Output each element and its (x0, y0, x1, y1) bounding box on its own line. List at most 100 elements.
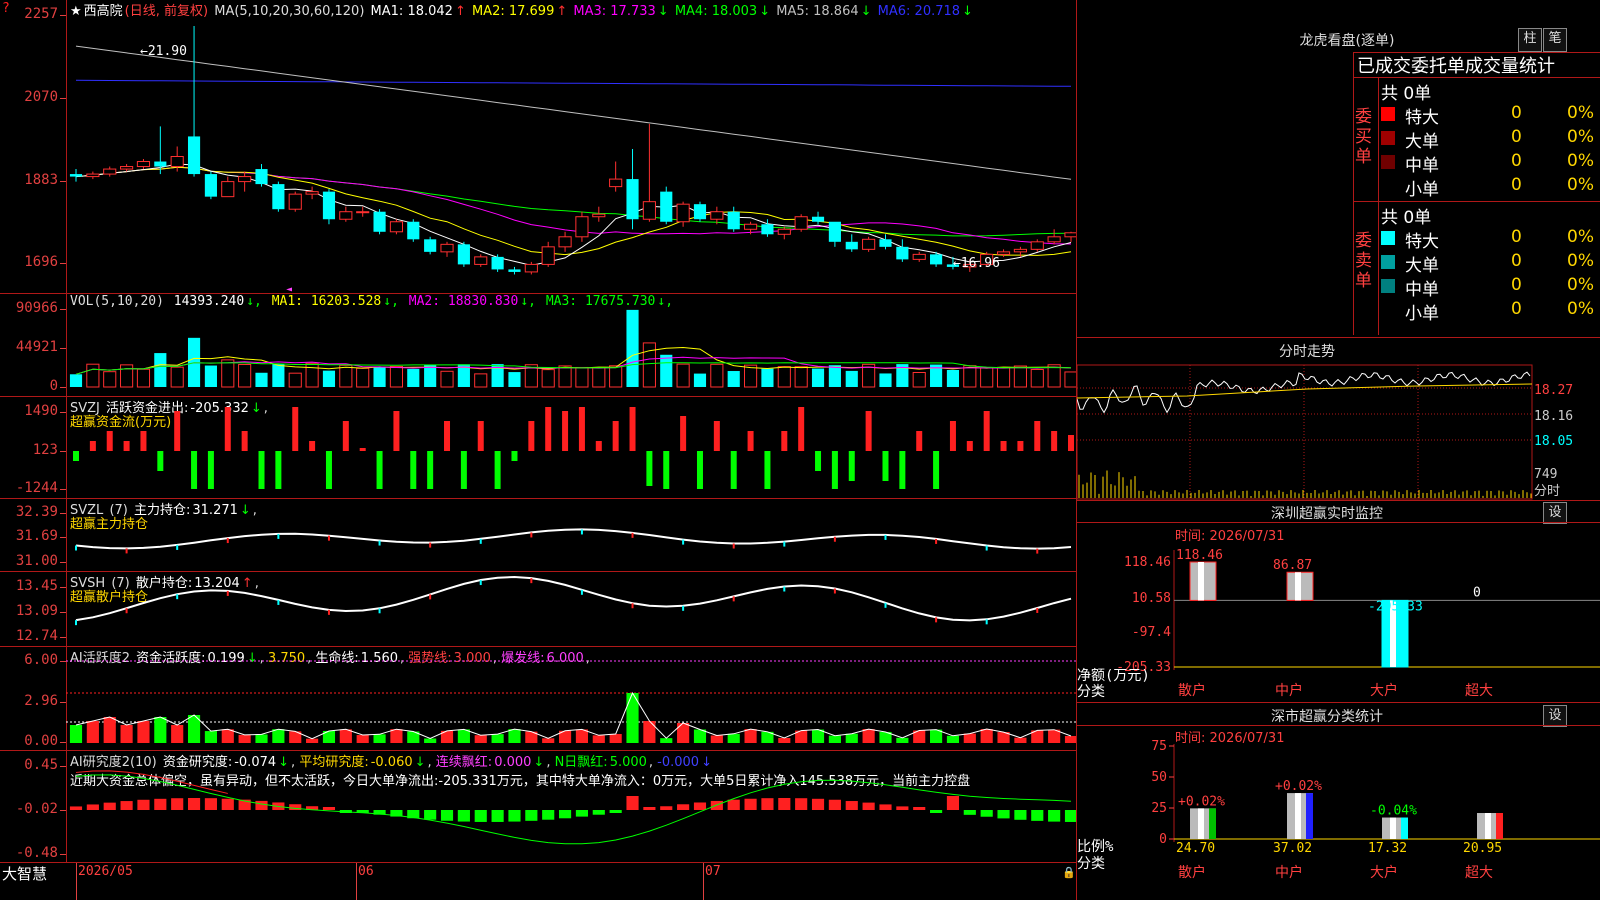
candlestick-chart[interactable]: ◄ (66, 16, 1076, 292)
research-bar (86, 804, 99, 810)
activity-bar (221, 729, 234, 743)
candle-up (136, 161, 151, 168)
activity-bar (778, 737, 791, 743)
lhb-tabs[interactable]: 已成交委托单成交量统计 (1357, 52, 1555, 78)
ai-research-chart[interactable] (66, 751, 1076, 862)
activity-bar (963, 733, 976, 743)
settings-button[interactable]: 设 (1543, 502, 1567, 524)
settings-button[interactable]: 设 (1543, 705, 1567, 727)
order-percent: 0% (1567, 175, 1594, 195)
retail-holding-chart[interactable] (66, 572, 1076, 646)
change-label: +0.02% (1275, 779, 1322, 794)
activity-bar (204, 731, 217, 743)
activity-bar (390, 729, 403, 743)
flow-bar (747, 431, 754, 451)
x-label-jul: 07 (705, 864, 721, 879)
order-count: 0 (1511, 251, 1522, 271)
activity-bar (69, 725, 83, 743)
research-bar (221, 798, 234, 810)
candle-down (828, 221, 841, 242)
research-bar (491, 810, 504, 822)
order-size-name: 特大 (1405, 108, 1439, 128)
activity-bar (677, 723, 690, 743)
research-bar (457, 810, 470, 822)
order-size-name: 小单 (1405, 304, 1439, 324)
order-size-name: 特大 (1405, 232, 1439, 252)
kline-area[interactable]: ? ★ 西高院 (日线, 前复权) MA(5,10,20,30,60,120) MA… (0, 0, 1077, 900)
x-label-may: 2026/05 (78, 864, 133, 879)
flow-bar (1068, 435, 1074, 451)
activity-bar (609, 733, 622, 743)
volume-bar (103, 371, 117, 388)
x-label-jun: 06 (358, 864, 374, 879)
category-label: 散户 (1178, 864, 1206, 881)
y-axis-label: 12.74 (15, 628, 58, 644)
candle-up (339, 211, 353, 220)
ai-active-chart[interactable] (66, 647, 1076, 750)
flow-bar (578, 407, 585, 451)
candle-up (996, 251, 1011, 255)
order-size-name: 中单 (1405, 280, 1439, 300)
research-bar (255, 800, 268, 810)
order-percent: 0% (1567, 275, 1594, 295)
volume-bar (980, 367, 994, 388)
flow-bar (292, 407, 299, 451)
brand-logo: 大智慧 (2, 865, 48, 883)
lock-icon[interactable]: 🔒 (1062, 866, 1076, 879)
bar-value-label: -205.33 (1368, 599, 1423, 614)
flow-bar (663, 451, 670, 489)
legend-swatch (1381, 155, 1395, 169)
legend-swatch (1381, 255, 1395, 269)
candle-down (727, 211, 740, 230)
flow-bar (983, 411, 990, 451)
volume-bar (86, 363, 100, 388)
ratio-value: 37.02 (1273, 841, 1312, 856)
candle-down (626, 179, 639, 220)
y-axis-label: 6.00 (24, 652, 58, 668)
money-flow-chart[interactable] (66, 397, 1076, 498)
candle-down (204, 174, 217, 197)
activity-bar (137, 721, 150, 743)
activity-bar (542, 738, 555, 743)
net-amount-chart[interactable]: 118.4610.58-97.4-205.33118.46散户86.87中户-2… (1077, 540, 1600, 702)
flow-bar (410, 451, 417, 489)
volume-bar (373, 366, 386, 387)
candle-up (592, 213, 606, 218)
ma1-line (75, 163, 1072, 266)
volume-bar (811, 368, 825, 387)
flow-bar (393, 411, 400, 451)
volume-bar (69, 374, 83, 387)
main-holding-chart[interactable] (66, 499, 1076, 571)
fenshi-y-label: 18.05 (1534, 434, 1573, 449)
y-axis-label: -0.02 (15, 801, 58, 817)
volume-bar (660, 354, 673, 387)
activity-bar (862, 729, 875, 743)
candle-up (120, 166, 134, 170)
research-bar (424, 810, 437, 820)
bar-value-label: 86.87 (1273, 558, 1312, 573)
research-bar (862, 802, 875, 810)
research-bar (1048, 810, 1061, 822)
candle-up (609, 178, 623, 188)
candle-up (221, 181, 235, 198)
x-tick (703, 863, 704, 900)
research-bar (946, 796, 960, 810)
activity-bar (592, 735, 605, 743)
category-label: 中户 (1275, 682, 1303, 699)
ratio-chart[interactable]: 75 50 25 0 +0.02% 24.70 散户 +0.02% 37.02 中户 -0.04% 1… (1077, 740, 1600, 900)
divider (0, 862, 1077, 863)
bar-mode-button[interactable]: 柱 (1518, 28, 1542, 52)
research-bar (660, 806, 673, 810)
intraday-chart[interactable]: 18.27 18.16 18.05 749 分时 (1077, 362, 1600, 500)
buy-orders-section: 委买单共 0单 特大 0 0% 大单 0 0% 中单 0 0% 小单 0 0% (1353, 77, 1600, 201)
flow-bar (427, 451, 434, 489)
order-count: 0 (1511, 299, 1522, 319)
change-label: +0.02% (1178, 794, 1225, 809)
candle-down (322, 191, 336, 220)
tick-mode-button[interactable]: 笔 (1543, 28, 1567, 52)
volume-chart[interactable] (66, 294, 1076, 396)
fenshi-title: 分时走势 (1279, 344, 1335, 360)
candle-down (845, 241, 858, 250)
flow-bar (696, 451, 703, 489)
candle-up (777, 228, 791, 235)
